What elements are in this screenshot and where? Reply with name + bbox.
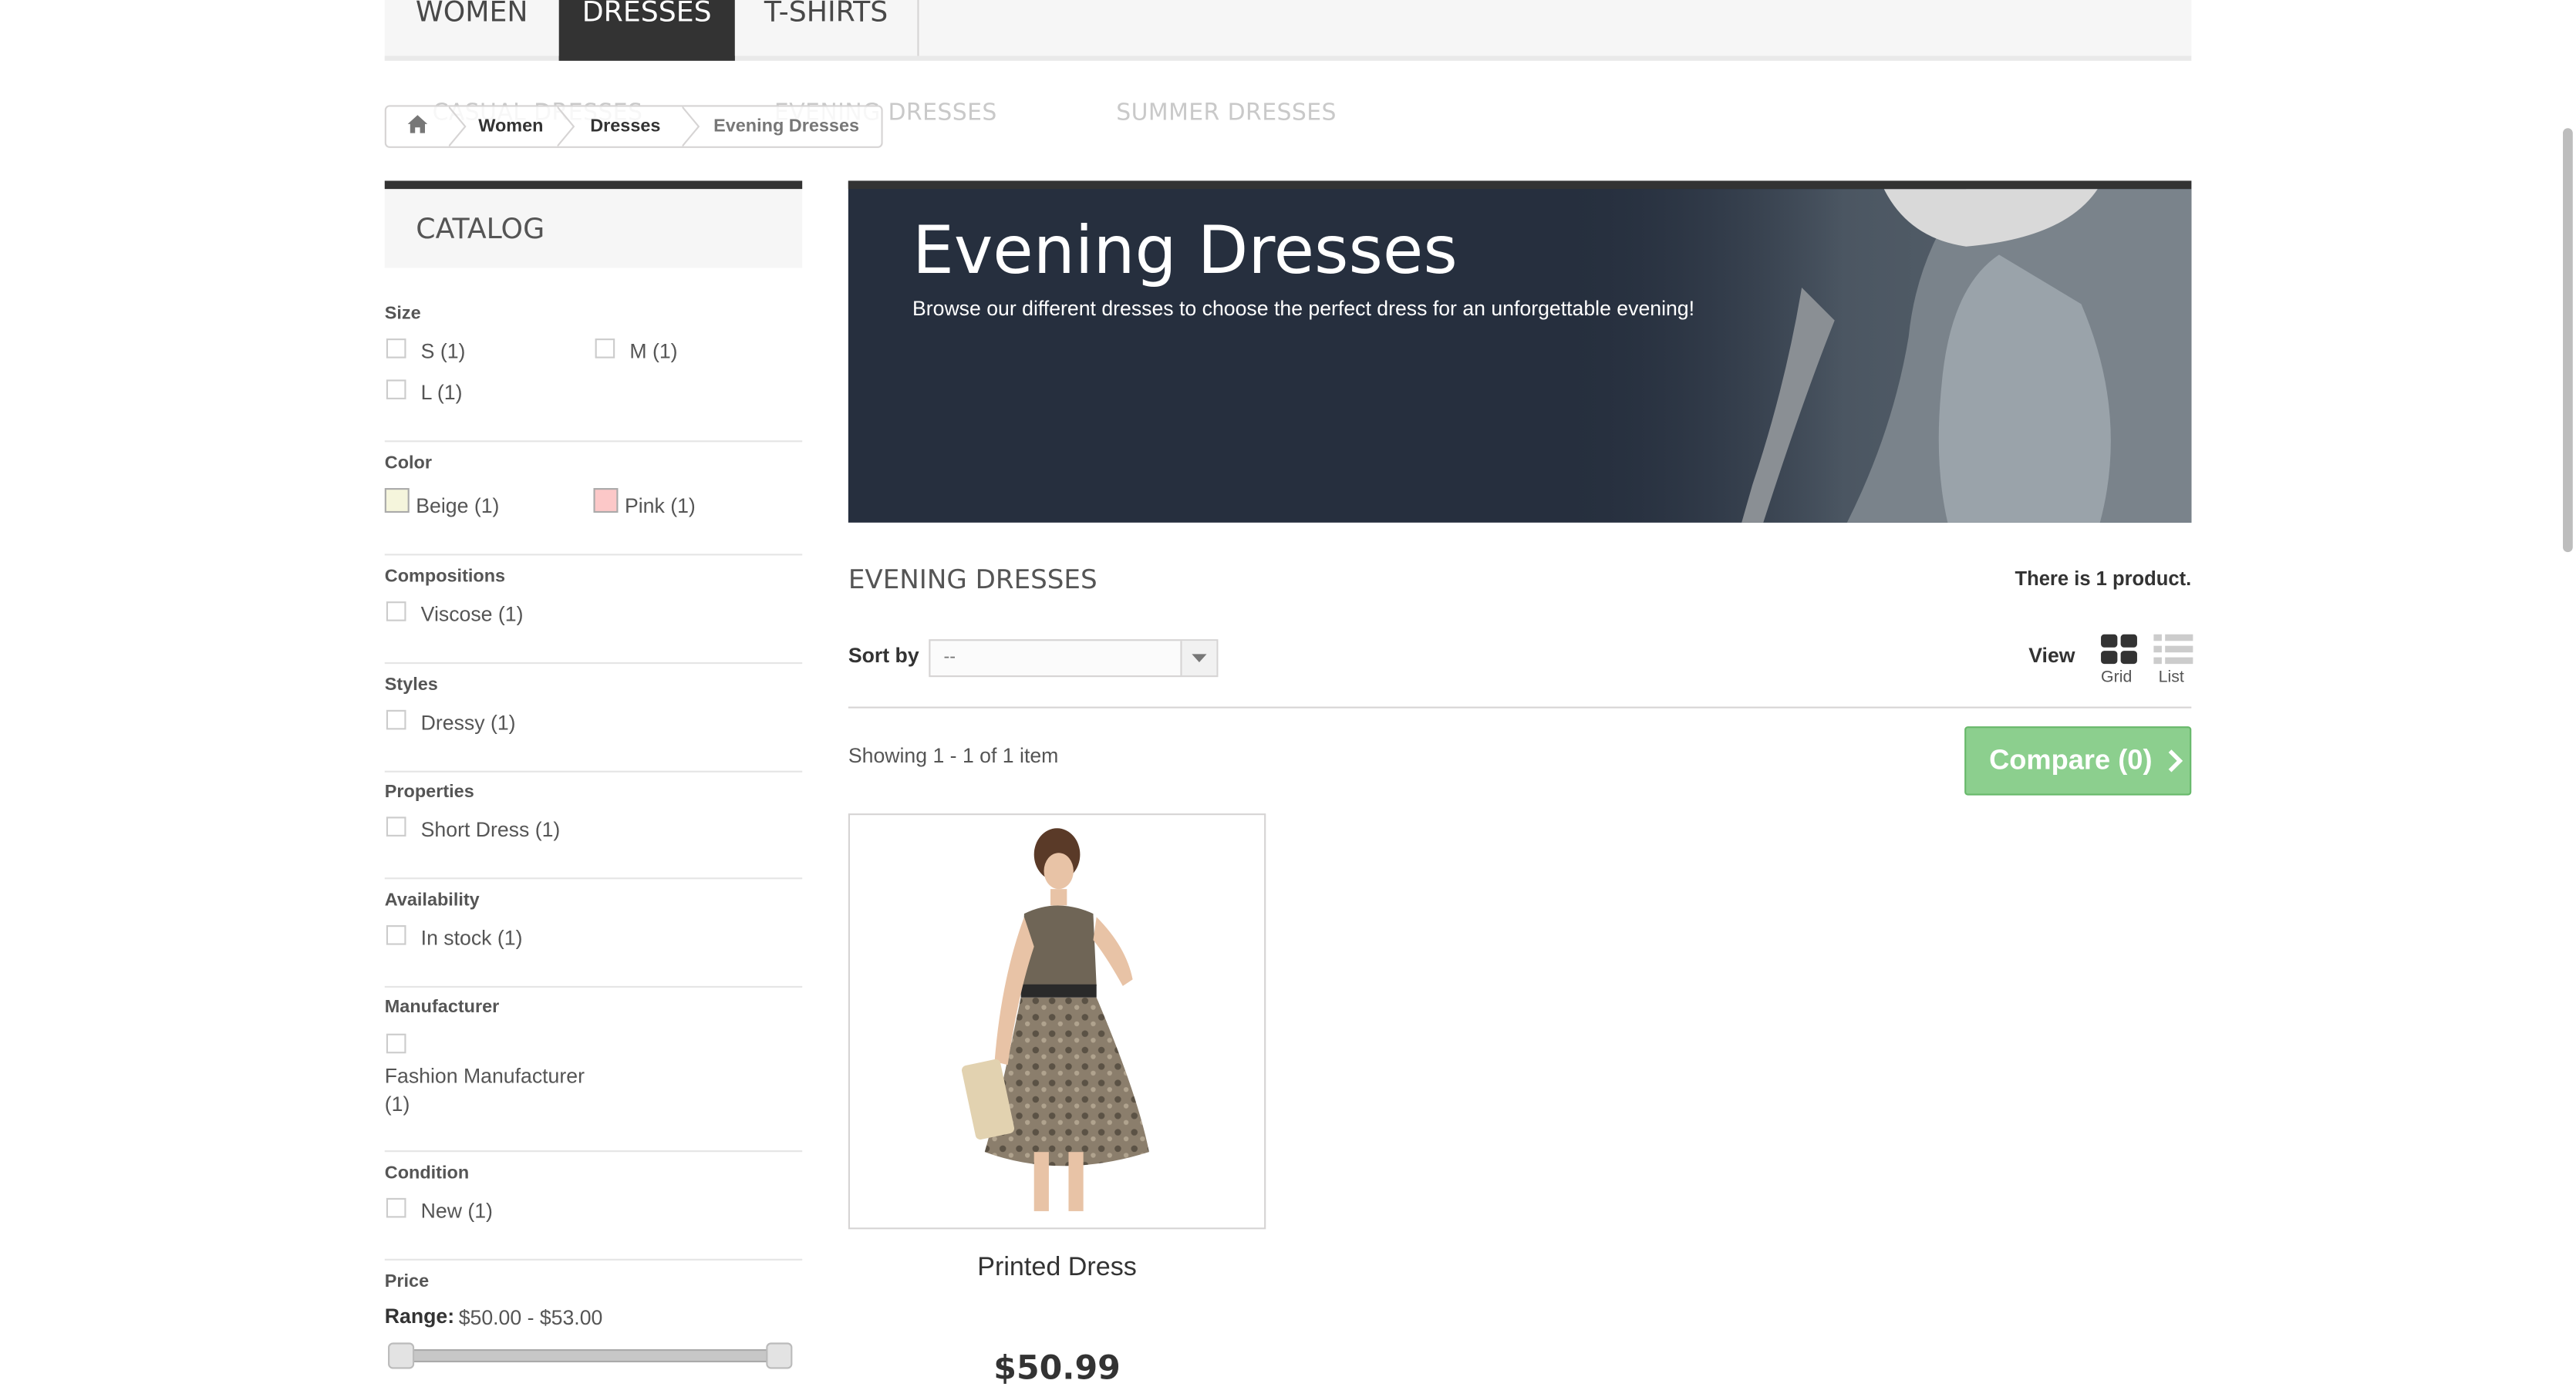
style-dressy-label[interactable]: Dressy (1) — [421, 712, 516, 735]
manufacturer-fashion-checkbox[interactable] — [386, 1033, 406, 1054]
sort-select[interactable]: -- — [929, 639, 1219, 678]
listing-divider — [848, 706, 2192, 709]
page-scrollbar[interactable] — [2563, 128, 2573, 553]
filter-divider — [384, 440, 803, 443]
product-name[interactable]: Printed Dress — [848, 1254, 1266, 1283]
tab-dresses[interactable]: DRESSES — [558, 0, 735, 61]
breadcrumb: Women Dresses Evening Dresses — [384, 105, 883, 148]
breadcrumb-dresses[interactable]: Dresses — [590, 116, 660, 136]
category-heading: EVENING DRESSES — [848, 564, 1097, 595]
filter-divider — [384, 1150, 803, 1153]
composition-viscose-checkbox[interactable] — [386, 601, 406, 621]
view-label: View — [2028, 644, 2075, 668]
manufacturer-fashion-count[interactable]: (1) — [385, 1092, 410, 1116]
chevron-right-icon — [2169, 749, 2183, 773]
tab-women[interactable]: WOMEN — [385, 0, 559, 56]
manufacturer-fashion-label[interactable]: Fashion Manufacturer — [385, 1065, 585, 1088]
tab-women-label: WOMEN — [415, 0, 528, 30]
property-short-dress-label[interactable]: Short Dress (1) — [421, 818, 561, 841]
size-m-checkbox[interactable] — [595, 338, 615, 359]
property-short-dress-checkbox[interactable] — [386, 816, 406, 837]
chevron-down-icon[interactable] — [1180, 641, 1217, 676]
sort-label: Sort by — [848, 644, 919, 668]
banner-description: Browse our different dresses to choose t… — [912, 297, 1695, 321]
top-menu: WOMEN DRESSES T-SHIRTS — [384, 0, 2192, 61]
compare-label: Compare (0) — [1989, 744, 2153, 776]
home-icon[interactable] — [406, 113, 429, 140]
banner-image — [1555, 189, 2192, 523]
tab-divider — [917, 0, 919, 56]
size-l-label[interactable]: L (1) — [421, 382, 463, 405]
filter-divider — [384, 985, 803, 988]
grid-view-icon[interactable] — [2099, 633, 2139, 666]
price-slider-max-handle[interactable] — [766, 1342, 793, 1369]
availability-in-stock-label[interactable]: In stock (1) — [421, 927, 523, 950]
catalog-title: CATALOG — [416, 214, 545, 247]
size-l-checkbox[interactable] — [386, 379, 406, 399]
filter-divider — [384, 662, 803, 665]
product-count: There is 1 product. — [2015, 567, 2192, 591]
price-slider-track[interactable] — [394, 1348, 786, 1363]
filter-condition-title: Condition — [384, 1163, 470, 1183]
tab-dresses-label: DRESSES — [582, 0, 712, 30]
filter-availability-title: Availability — [384, 890, 480, 911]
breadcrumb-separator-icon — [557, 106, 575, 146]
product-price: $50.99 — [993, 1347, 1121, 1387]
availability-in-stock-checkbox[interactable] — [386, 925, 406, 945]
compare-button[interactable]: Compare (0) — [1964, 726, 2192, 796]
banner-title: Evening Dresses — [912, 214, 1458, 290]
price-slider-min-handle[interactable] — [388, 1342, 415, 1369]
color-pink-swatch[interactable] — [593, 488, 619, 513]
size-s-label[interactable]: S (1) — [421, 340, 466, 363]
breadcrumb-current: Evening Dresses — [713, 116, 860, 136]
submenu-summer-dresses[interactable]: SUMMER DRESSES — [1116, 100, 1337, 126]
filter-properties-title: Properties — [384, 782, 474, 803]
color-beige-label[interactable]: Beige (1) — [416, 495, 499, 518]
filter-divider — [384, 770, 803, 773]
condition-new-label[interactable]: New (1) — [421, 1200, 493, 1223]
tab-tshirts[interactable]: T-SHIRTS — [735, 0, 918, 56]
filter-divider — [384, 1258, 803, 1261]
category-banner: Evening Dresses Browse our different dre… — [848, 180, 2192, 523]
size-m-label[interactable]: M (1) — [629, 340, 677, 363]
composition-viscose-label[interactable]: Viscose (1) — [421, 603, 524, 626]
breadcrumb-separator-icon — [448, 106, 467, 146]
size-s-checkbox[interactable] — [386, 338, 406, 359]
tab-tshirts-label: T-SHIRTS — [764, 0, 888, 30]
color-pink-label[interactable]: Pink (1) — [625, 495, 696, 518]
filter-price-title: Price — [384, 1271, 430, 1292]
price-range-label: Range: — [384, 1305, 455, 1328]
filter-manufacturer-title: Manufacturer — [384, 997, 500, 1018]
breadcrumb-separator-icon — [682, 106, 700, 146]
price-range-value: $50.00 - $53.00 — [458, 1306, 603, 1330]
filter-size-title: Size — [384, 304, 421, 324]
sort-value: -- — [943, 647, 956, 668]
condition-new-checkbox[interactable] — [386, 1197, 406, 1218]
list-view-icon[interactable] — [2153, 633, 2193, 666]
catalog-header: CATALOG — [384, 180, 803, 268]
product-image[interactable] — [848, 813, 1266, 1230]
showing-text: Showing 1 - 1 of 1 item — [848, 744, 1059, 768]
filter-color-title: Color — [384, 453, 433, 473]
filter-compositions-title: Compositions — [384, 567, 506, 587]
filter-styles-title: Styles — [384, 675, 438, 695]
filter-divider — [384, 877, 803, 880]
grid-view-label[interactable]: Grid — [2101, 669, 2132, 687]
filter-divider — [384, 554, 803, 556]
color-beige-swatch[interactable] — [384, 488, 410, 513]
breadcrumb-women[interactable]: Women — [478, 116, 543, 136]
style-dressy-checkbox[interactable] — [386, 709, 406, 730]
list-view-label[interactable]: List — [2159, 669, 2184, 687]
